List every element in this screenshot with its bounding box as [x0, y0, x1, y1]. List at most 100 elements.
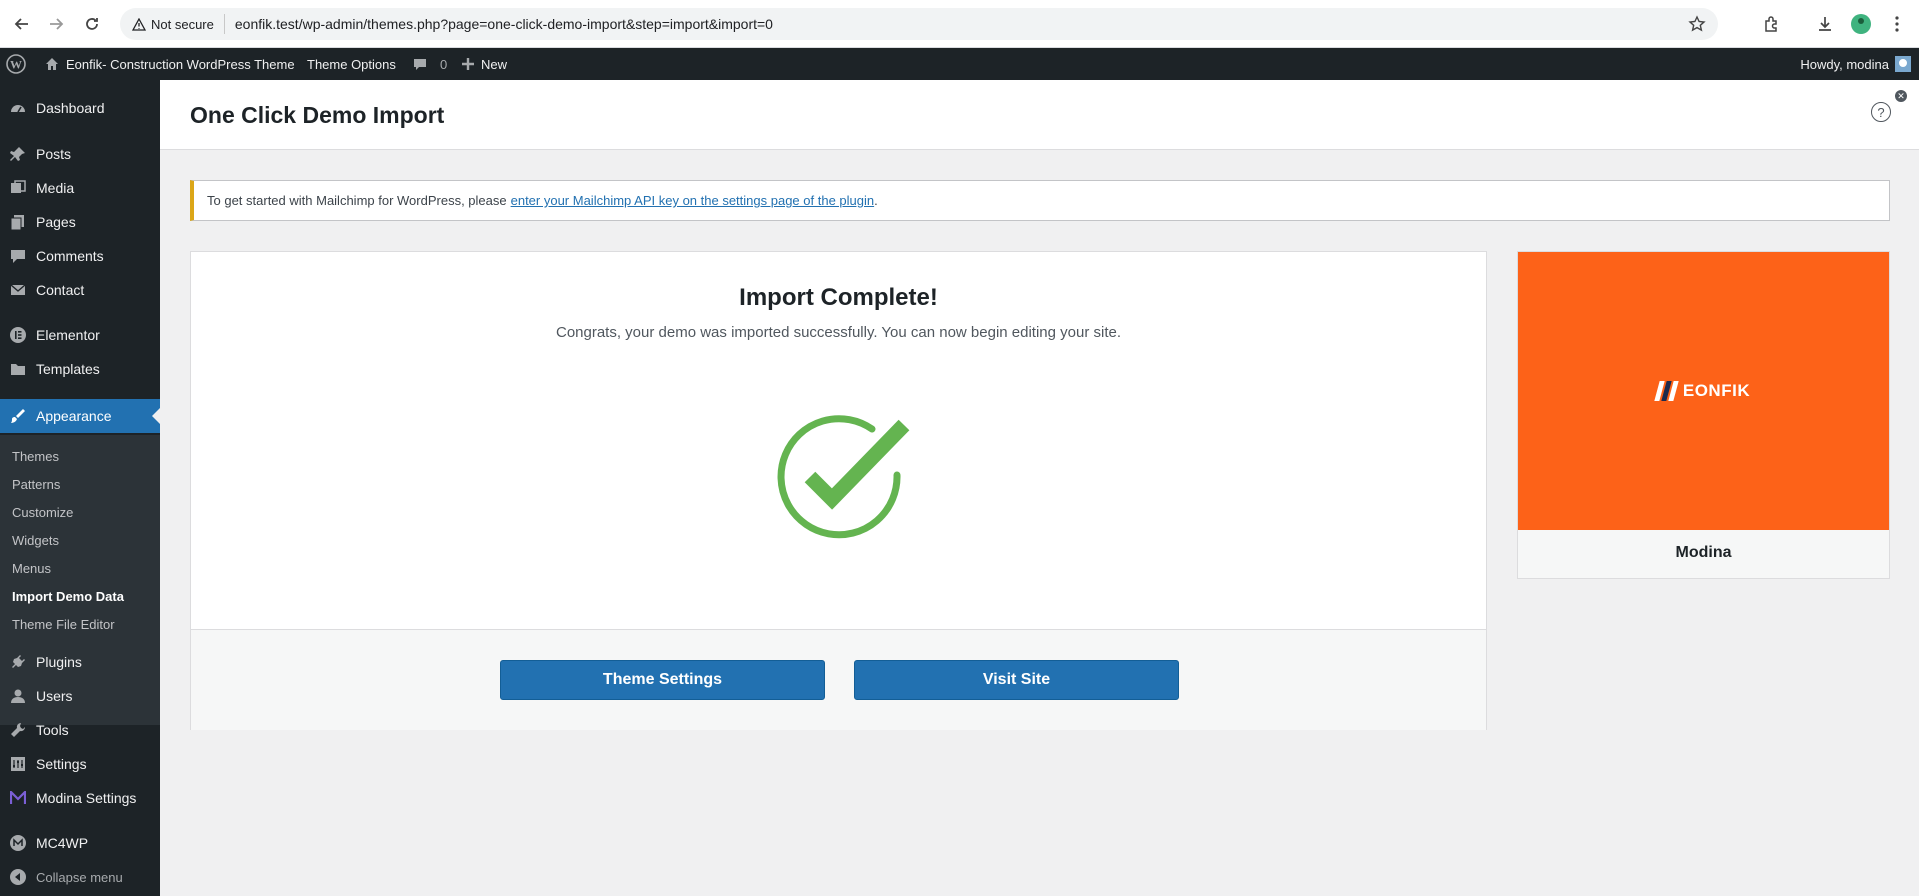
sidebar-item-appearance[interactable]: Appearance	[0, 399, 160, 433]
submenu-item-import-demo-data[interactable]: Import Demo Data	[12, 589, 124, 604]
sidebar-item-label: Contact	[36, 282, 85, 298]
page-title: One Click Demo Import	[190, 102, 445, 128]
submenu-item-theme-file-editor[interactable]: Theme File Editor	[12, 617, 115, 632]
security-indicator[interactable]: Not secure	[132, 14, 225, 34]
comments-count: 0	[440, 56, 448, 72]
pin-icon	[0, 145, 36, 163]
plus-icon	[462, 58, 474, 70]
mailchimp-notice: To get started with Mailchimp for WordPr…	[190, 180, 1890, 221]
bookmark-star-icon[interactable]	[1688, 15, 1706, 38]
comment-icon	[0, 247, 36, 265]
media-icon	[0, 179, 36, 197]
sidebar-item-label: Tools	[36, 722, 69, 738]
extensions-icon[interactable]	[1760, 12, 1784, 36]
submenu-item-menus[interactable]: Menus	[12, 561, 51, 576]
notice-end: .	[874, 193, 878, 208]
success-checkmark-icon	[776, 415, 916, 545]
brush-icon	[0, 407, 36, 425]
sidebar-item-tools[interactable]: Tools	[0, 713, 160, 747]
sidebar-item-label: Posts	[36, 146, 72, 162]
comment-bubble-icon	[414, 59, 426, 70]
theme-screenshot: EONFIK	[1518, 252, 1889, 530]
logo-text: EONFIK	[1682, 381, 1751, 400]
page-header: One Click Demo Import ? ✕	[160, 80, 1919, 150]
forward-icon[interactable]	[44, 12, 68, 36]
eonfik-logo: EONFIK	[1654, 381, 1751, 401]
account-menu[interactable]: Howdy, modina	[1800, 48, 1911, 80]
sidebar-item-label: Dashboard	[36, 100, 105, 116]
user-avatar	[1895, 56, 1911, 72]
mc4wp-icon	[0, 834, 36, 852]
back-icon[interactable]	[10, 12, 34, 36]
import-complete-title: Import Complete!	[739, 284, 938, 311]
help-icon[interactable]: ?	[1871, 102, 1891, 122]
import-complete-subtitle: Congrats, your demo was imported success…	[555, 324, 1122, 341]
new-content-link[interactable]: New	[461, 48, 507, 80]
theme-settings-button[interactable]: Theme Settings	[500, 660, 825, 700]
collapse-icon	[0, 868, 36, 886]
sidebar-item-label: Pages	[36, 214, 76, 230]
sidebar-item-posts[interactable]: Posts	[0, 137, 160, 171]
elementor-icon	[0, 326, 36, 344]
site-name-link[interactable]: Eonfik- Construction WordPress Theme	[44, 48, 295, 80]
user-icon	[0, 687, 36, 705]
mailchimp-settings-link[interactable]: enter your Mailchimp API key on the sett…	[511, 193, 875, 208]
admin-sidebar: Dashboard Posts Media Pages Comments Con…	[0, 80, 160, 896]
sidebar-item-modina-settings[interactable]: Modina Settings	[0, 781, 160, 815]
sidebar-item-templates[interactable]: Templates	[0, 352, 160, 386]
more-menu-icon[interactable]	[1885, 12, 1909, 36]
submenu-item-patterns[interactable]: Patterns	[12, 477, 60, 492]
theme-name: Modina	[1675, 544, 1732, 561]
sidebar-item-label: Elementor	[36, 327, 100, 343]
svg-text:W: W	[10, 58, 22, 72]
site-name: Eonfik- Construction WordPress Theme	[66, 56, 295, 72]
settings-icon	[0, 755, 36, 773]
sidebar-item-media[interactable]: Media	[0, 171, 160, 205]
plugin-icon	[0, 653, 36, 671]
sidebar-item-mc4wp[interactable]: MC4WP	[0, 826, 160, 860]
reload-icon[interactable]	[80, 12, 104, 36]
sidebar-item-label: Modina Settings	[36, 790, 137, 806]
sidebar-item-contact[interactable]: Contact	[0, 273, 160, 307]
sidebar-item-dashboard[interactable]: Dashboard	[0, 91, 160, 125]
close-icon[interactable]: ✕	[1895, 90, 1907, 102]
profile-avatar[interactable]	[1849, 12, 1873, 36]
sidebar-item-comments[interactable]: Comments	[0, 239, 160, 273]
url-text[interactable]: eonfik.test/wp-admin/themes.php?page=one…	[235, 16, 773, 32]
wp-admin-bar: W Eonfik- Construction WordPress Theme T…	[0, 48, 1919, 80]
theme-options-label: Theme Options	[307, 56, 396, 72]
submenu-item-widgets[interactable]: Widgets	[12, 533, 59, 548]
sidebar-item-pages[interactable]: Pages	[0, 205, 160, 239]
dashboard-icon	[0, 99, 36, 117]
current-indicator	[152, 408, 160, 424]
home-icon	[46, 58, 58, 70]
sidebar-item-label: MC4WP	[36, 835, 89, 851]
eonfik-logo-mark-icon	[1654, 381, 1679, 401]
address-bar[interactable]: Not secure eonfik.test/wp-admin/themes.p…	[120, 8, 1718, 40]
mail-icon	[0, 281, 36, 299]
sidebar-item-users[interactable]: Users	[0, 679, 160, 713]
howdy-text: Howdy, modina	[1800, 56, 1889, 72]
sidebar-item-elementor[interactable]: Elementor	[0, 318, 160, 352]
profile-icon	[1851, 14, 1871, 34]
security-label: Not secure	[151, 16, 214, 32]
wrench-icon	[0, 721, 36, 739]
collapse-menu-button[interactable]: Collapse menu	[0, 860, 160, 894]
submenu-item-customize[interactable]: Customize	[12, 505, 73, 520]
submenu-item-themes[interactable]: Themes	[12, 449, 59, 464]
import-complete-card: Import Complete! Congrats, your demo was…	[190, 251, 1487, 730]
theme-preview-card: EONFIK Modina	[1517, 251, 1890, 579]
wordpress-logo-icon[interactable]: W	[6, 48, 32, 80]
sidebar-item-plugins[interactable]: Plugins	[0, 645, 160, 679]
sidebar-item-label: Templates	[36, 361, 100, 377]
comments-link[interactable]: 0	[412, 48, 447, 80]
modina-icon	[0, 791, 36, 805]
sidebar-item-label: Plugins	[36, 654, 82, 670]
card-actions: Theme Settings Visit Site	[191, 629, 1486, 730]
sidebar-item-label: Comments	[36, 248, 104, 264]
download-icon[interactable]	[1813, 12, 1837, 36]
visit-site-button[interactable]: Visit Site	[854, 660, 1179, 700]
pages-icon	[0, 213, 36, 231]
sidebar-item-settings[interactable]: Settings	[0, 747, 160, 781]
theme-options-link[interactable]: Theme Options	[307, 48, 396, 80]
